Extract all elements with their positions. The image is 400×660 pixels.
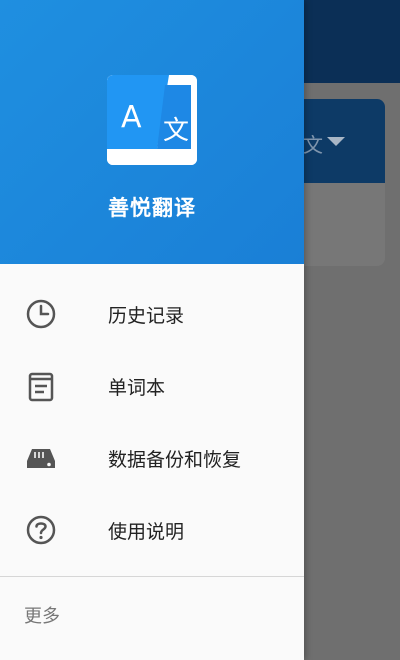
app-title: 善悦翻译: [108, 196, 196, 220]
help-circle-icon: [26, 515, 56, 545]
background-language-label: 文: [303, 133, 323, 157]
menu-item-label: 使用说明: [108, 521, 185, 543]
background-translate-card: 文: [303, 99, 385, 266]
menu-item-help[interactable]: 使用说明: [0, 493, 304, 565]
drawer-header: A 文 善悦翻译: [0, 0, 304, 264]
navigation-drawer: A 文 善悦翻译 历史记录 单词本 数据备份和恢复 使用说明 更多: [0, 0, 304, 660]
drawer-menu: 历史记录 单词本 数据备份和恢复 使用说明: [0, 277, 304, 565]
storage-drive-icon: [27, 449, 55, 468]
menu-item-label: 数据备份和恢复: [108, 449, 242, 471]
menu-item-history[interactable]: 历史记录: [0, 277, 304, 349]
svg-text:A: A: [121, 100, 142, 135]
menu-item-backup-restore[interactable]: 数据备份和恢复: [0, 421, 304, 493]
notebook-icon: [28, 372, 54, 402]
background-dropdown-caret-icon: [327, 137, 345, 146]
more-section-header: 更多: [24, 606, 60, 627]
background-card-header: 文: [303, 99, 385, 183]
menu-item-label: 单词本: [108, 377, 166, 399]
menu-item-vocabulary[interactable]: 单词本: [0, 349, 304, 421]
svg-text:文: 文: [163, 116, 189, 146]
app-logo-icon: A 文: [107, 75, 197, 165]
drawer-divider: [0, 576, 304, 577]
clock-icon: [26, 299, 56, 329]
menu-item-label: 历史记录: [108, 305, 185, 327]
